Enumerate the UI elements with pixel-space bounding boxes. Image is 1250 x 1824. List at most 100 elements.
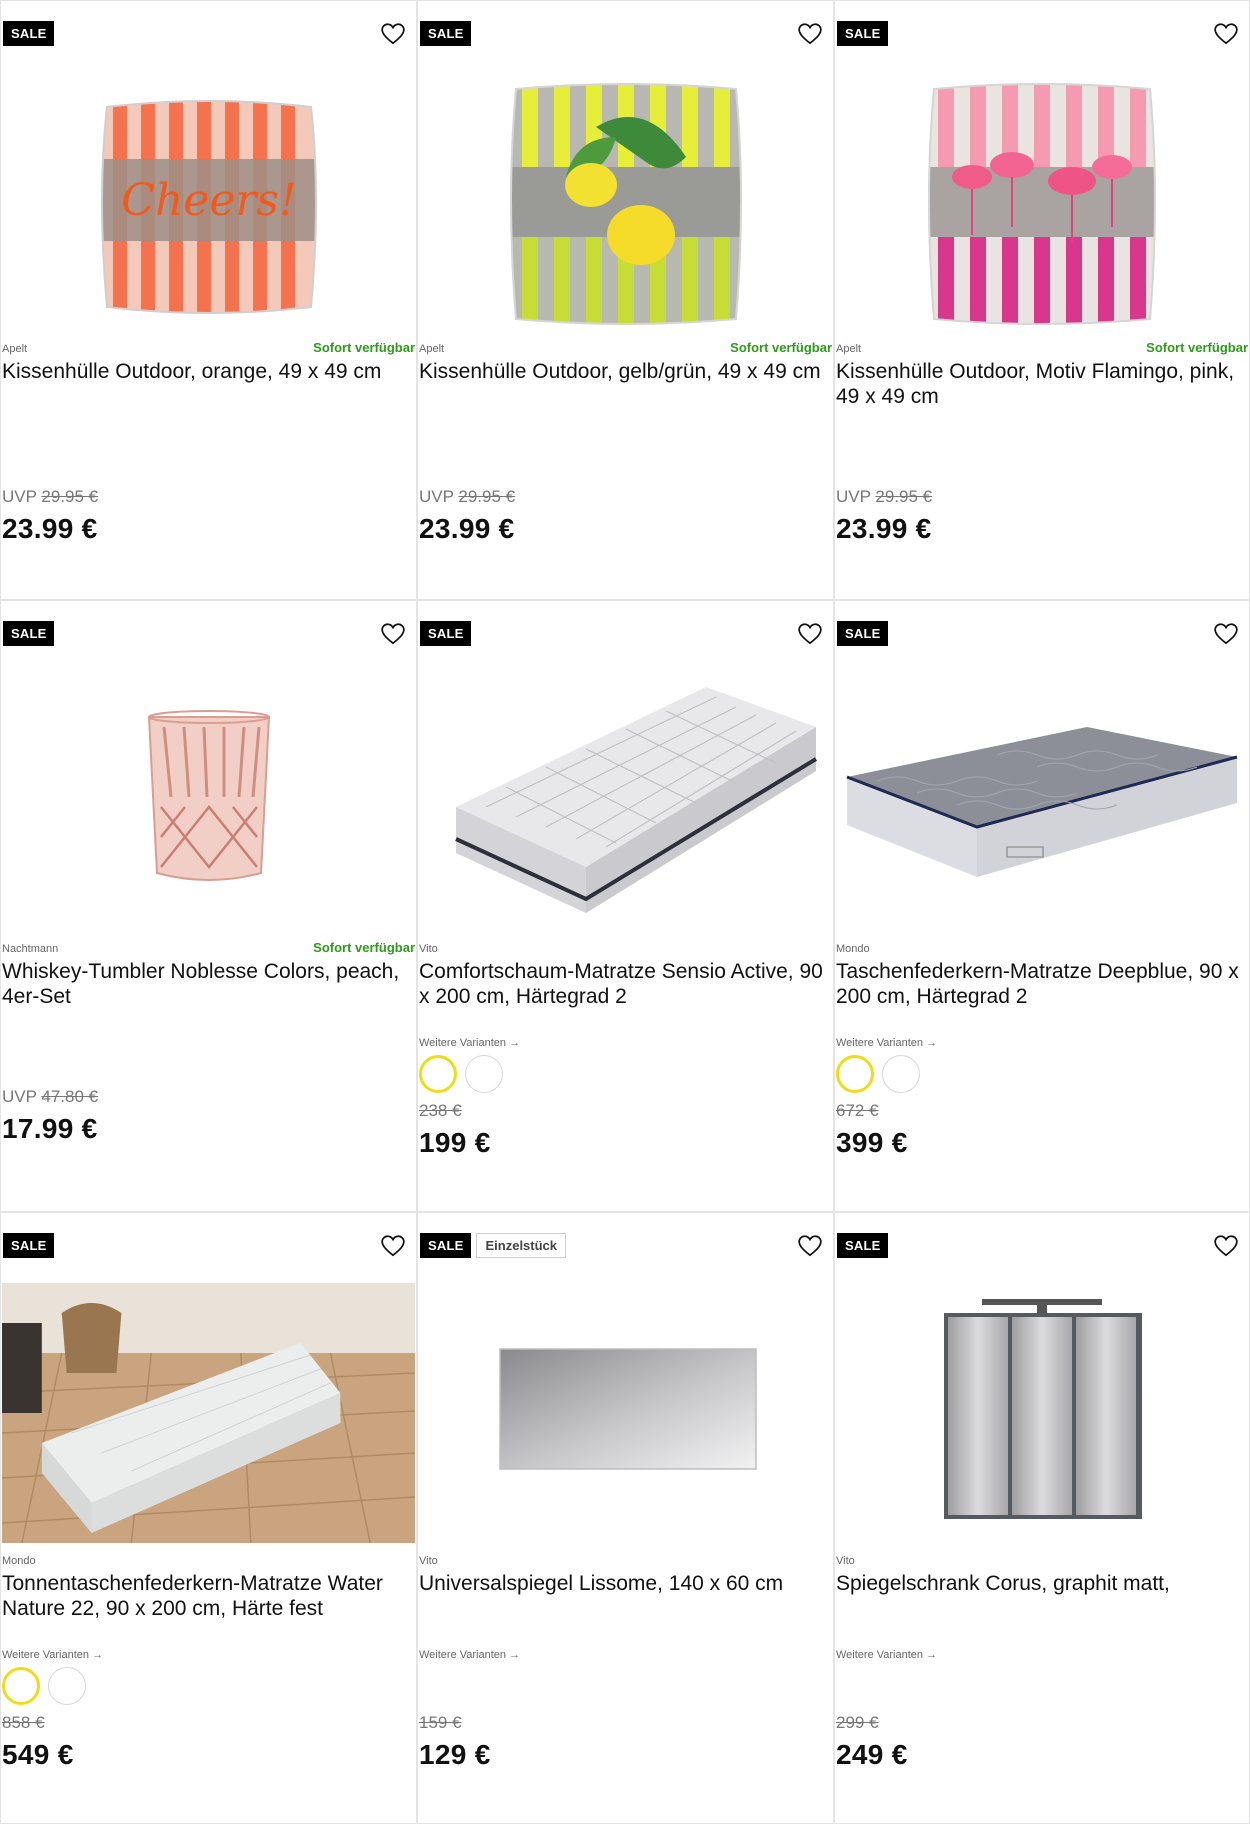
- product-title[interactable]: Tonnentaschenfederkern-Matratze Water Na…: [2, 1571, 410, 1621]
- variant-swatches: [2, 1667, 86, 1705]
- old-price-value: 47.80 €: [41, 1087, 99, 1106]
- more-variants-link[interactable]: Weitere Varianten →: [836, 1649, 937, 1661]
- brand-name: Apelt: [419, 343, 445, 355]
- heart-icon[interactable]: [380, 1233, 406, 1259]
- current-price: 23.99 €: [836, 513, 932, 544]
- product-title[interactable]: Whiskey-Tumbler Noblesse Colors, peach, …: [2, 959, 410, 1009]
- swatch-selected[interactable]: [419, 1055, 457, 1093]
- brand-name: Mondo: [836, 943, 870, 955]
- single-item-badge: Einzelstück: [476, 1233, 567, 1258]
- brand-name: Vito: [419, 943, 438, 955]
- meta-row: Nachtmann Sofort verfügbar: [2, 937, 415, 955]
- meta-row: Vito: [836, 1549, 1248, 1567]
- swatch-option[interactable]: [48, 1667, 86, 1705]
- availability-label: Sofort verfügbar: [313, 340, 415, 355]
- sale-badge: SALE: [420, 21, 472, 46]
- product-title[interactable]: Universalspiegel Lissome, 140 x 60 cm: [419, 1571, 827, 1596]
- current-price: 399 €: [836, 1127, 908, 1158]
- old-price: 858 €: [2, 1713, 45, 1733]
- meta-row: Apelt Sofort verfügbar: [836, 337, 1248, 355]
- old-price-value: 672 €: [836, 1101, 879, 1120]
- availability-label: Sofort verfügbar: [1146, 340, 1248, 355]
- product-card[interactable]: SALE Mondo Tonnentaschenfederkern-Matrat…: [0, 1212, 417, 1824]
- uvp-label: UVP: [419, 487, 454, 506]
- sale-badge: SALE: [420, 621, 472, 646]
- product-card[interactable]: SALE Vito Spiegelschrank Corus, graphit …: [834, 1212, 1250, 1824]
- old-price: UVP 47.80 €: [2, 1087, 98, 1107]
- swatch-option[interactable]: [882, 1055, 920, 1093]
- old-price: UVP 29.95 €: [836, 487, 932, 507]
- sale-badge: SALE: [837, 21, 889, 46]
- more-variants-link[interactable]: Weitere Varianten →: [2, 1649, 103, 1661]
- product-title[interactable]: Taschenfederkern-Matratze Deepblue, 90 x…: [836, 959, 1243, 1009]
- product-image[interactable]: [419, 57, 832, 337]
- badge-group: SALE: [837, 1233, 889, 1258]
- product-image[interactable]: [836, 657, 1248, 937]
- swatch-option[interactable]: [465, 1055, 503, 1093]
- old-price: 238 €: [419, 1101, 462, 1121]
- mirror-cabinet: [944, 1299, 1142, 1519]
- product-card[interactable]: SALE Nachtmann Sofort verfügbar Whiskey-…: [0, 600, 417, 1212]
- heart-icon[interactable]: [380, 21, 406, 47]
- meta-row: Apelt Sofort verfügbar: [2, 337, 415, 355]
- product-image[interactable]: [2, 657, 415, 937]
- badge-group: SALE: [420, 621, 472, 646]
- heart-icon[interactable]: [1213, 21, 1239, 47]
- uvp-label: UVP: [2, 487, 37, 506]
- product-card[interactable]: SALE Vito Comfortschaum-Matratze Sensio …: [417, 600, 834, 1212]
- current-price: 23.99 €: [419, 513, 515, 544]
- sale-badge: SALE: [3, 621, 55, 646]
- uvp-label: UVP: [2, 1087, 37, 1106]
- more-variants-link[interactable]: Weitere Varianten →: [419, 1037, 520, 1049]
- heart-icon[interactable]: [797, 1233, 823, 1259]
- heart-icon[interactable]: [1213, 621, 1239, 647]
- product-card[interactable]: SALE Cheers! Apelt Sofort verfügbar Kiss…: [0, 0, 417, 600]
- product-image[interactable]: [419, 1269, 832, 1549]
- product-card[interactable]: SALE Apelt Sofort verfügbar Kissenhülle …: [834, 0, 1250, 600]
- current-price: 23.99 €: [2, 513, 98, 544]
- meta-row: Mondo: [2, 1549, 415, 1567]
- cushion-yellow-lemons: [509, 83, 742, 325]
- product-image[interactable]: [836, 57, 1248, 337]
- product-card[interactable]: SALE Einzelstück Vito Universalspiegel L…: [417, 1212, 834, 1824]
- heart-icon[interactable]: [380, 621, 406, 647]
- brand-name: Nachtmann: [2, 943, 59, 955]
- product-title[interactable]: Comfortschaum-Matratze Sensio Active, 90…: [419, 959, 827, 1009]
- heart-icon[interactable]: [1213, 1233, 1239, 1259]
- meta-row: Apelt Sofort verfügbar: [419, 337, 832, 355]
- current-price: 249 €: [836, 1739, 908, 1770]
- old-price-value: 29.95 €: [41, 487, 99, 506]
- product-image[interactable]: [419, 657, 832, 937]
- cushion-print-text: Cheers!: [121, 175, 296, 226]
- uvp-label: UVP: [836, 487, 871, 506]
- product-image[interactable]: Cheers!: [2, 57, 415, 337]
- product-title[interactable]: Kissenhülle Outdoor, orange, 49 x 49 cm: [2, 359, 410, 384]
- variant-swatches: [836, 1055, 920, 1093]
- product-image[interactable]: [836, 1269, 1248, 1549]
- more-variants-link[interactable]: Weitere Varianten →: [419, 1649, 520, 1661]
- brand-name: Mondo: [2, 1555, 36, 1567]
- old-price: UVP 29.95 €: [2, 487, 98, 507]
- heart-icon[interactable]: [797, 621, 823, 647]
- swatch-selected[interactable]: [836, 1055, 874, 1093]
- sale-badge: SALE: [3, 1233, 55, 1258]
- swatch-selected[interactable]: [2, 1667, 40, 1705]
- product-title[interactable]: Spiegelschrank Corus, graphit matt,: [836, 1571, 1243, 1596]
- mattress-foam-grey: [454, 687, 817, 913]
- brand-name: Vito: [836, 1555, 855, 1567]
- cushion-pink-flamingo: [928, 83, 1156, 325]
- product-image[interactable]: [2, 1283, 415, 1543]
- more-variants-link[interactable]: Weitere Varianten →: [836, 1037, 937, 1049]
- old-price-value: 29.95 €: [458, 487, 516, 506]
- product-title[interactable]: Kissenhülle Outdoor, gelb/grün, 49 x 49 …: [419, 359, 827, 384]
- product-card[interactable]: SALE Apelt Sofort verfügbar Kissenhülle …: [417, 0, 834, 600]
- availability-label: Sofort verfügbar: [313, 940, 415, 955]
- brand-name: Vito: [419, 1555, 438, 1567]
- badge-group: SALE: [3, 621, 55, 646]
- product-title[interactable]: Kissenhülle Outdoor, Motiv Flamingo, pin…: [836, 359, 1243, 409]
- product-card[interactable]: SALE Mondo Taschenfederkern-Matratze Dee…: [834, 600, 1250, 1212]
- meta-row: Mondo: [836, 937, 1248, 955]
- heart-icon[interactable]: [797, 21, 823, 47]
- brand-name: Apelt: [2, 343, 28, 355]
- wall-mirror-rect: [498, 1348, 757, 1470]
